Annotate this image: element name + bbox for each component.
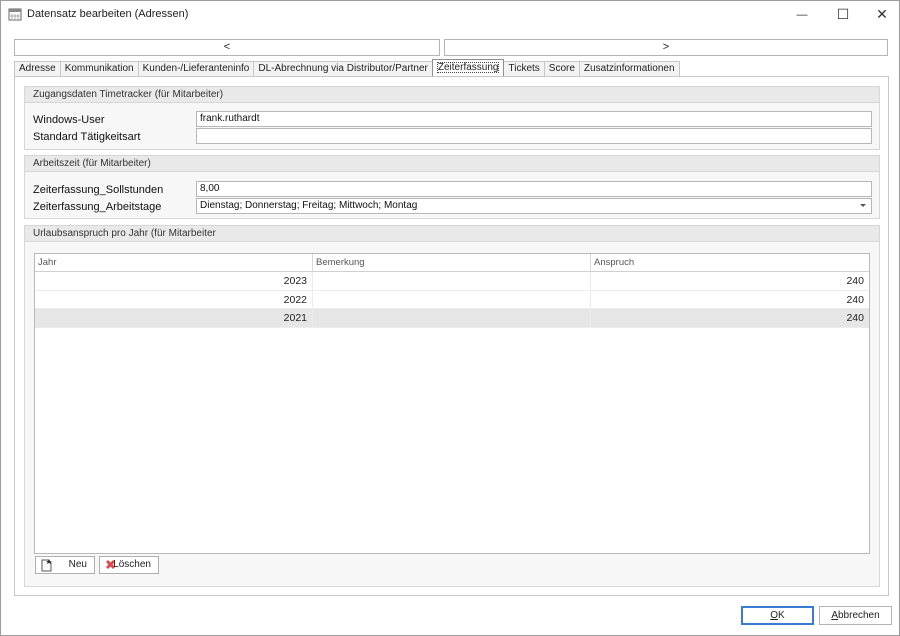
dialog-window: Datensatz bearbeiten (Adressen) — ☐ ✕ < …	[0, 0, 900, 636]
maximize-icon: ☐	[836, 6, 850, 22]
delete-label: Löschen	[113, 559, 151, 570]
column-header-jahr[interactable]: Jahr	[35, 254, 313, 271]
tab-label: Kommunikation	[64, 63, 134, 74]
group-timetracker: Zugangsdaten Timetracker (für Mitarbeite…	[24, 86, 880, 150]
cell-jahr: 2022	[35, 290, 313, 308]
tab-label: Adresse	[19, 63, 56, 74]
tab-tickets[interactable]: Tickets	[503, 61, 545, 76]
delete-button[interactable]: Löschen	[99, 556, 159, 574]
table-row[interactable]: 2023 240	[35, 272, 869, 291]
windows-user-input[interactable]: frank.ruthardt	[196, 111, 872, 127]
chevron-down-icon[interactable]	[860, 204, 866, 207]
tab-kunden-lieferanteninfo[interactable]: Kunden-/Lieferanteninfo	[137, 61, 255, 76]
column-header-anspruch[interactable]: Anspruch	[591, 254, 869, 271]
cell-jahr: 2023	[35, 272, 313, 290]
close-button[interactable]: ✕	[862, 1, 900, 28]
calendar-edit-icon	[8, 8, 22, 21]
group-header: Zugangsdaten Timetracker (für Mitarbeite…	[25, 87, 879, 103]
taetigkeitsart-input[interactable]	[196, 128, 872, 144]
column-header-bemerkung[interactable]: Bemerkung	[313, 254, 591, 271]
urlaub-grid[interactable]: Jahr Bemerkung Anspruch 2023 240 2022 24…	[34, 253, 870, 554]
arbeitstage-value: Dienstag; Donnerstag; Freitag; Mittwoch;…	[200, 200, 418, 211]
title-bar: Datensatz bearbeiten (Adressen) — ☐ ✕	[1, 1, 899, 28]
tab-zeiterfassung[interactable]: Zeiterfassung	[431, 59, 505, 76]
cell-anspruch: 240	[846, 275, 864, 287]
tab-adresse[interactable]: Adresse	[14, 61, 61, 76]
tab-label: Tickets	[508, 63, 540, 74]
tab-label: Kunden-/Lieferanteninfo	[142, 63, 250, 74]
new-button[interactable]: Neu	[35, 556, 95, 574]
previous-label: <	[223, 41, 231, 53]
tab-label: Score	[548, 63, 575, 74]
tab-label: Zeiterfassung	[436, 62, 500, 73]
table-row[interactable]: 2022 240	[35, 290, 869, 309]
ok-mnemonic: O	[770, 610, 779, 621]
tab-dl-abrechnung[interactable]: DL-Abrechnung via Distributor/Partner	[253, 61, 433, 76]
cell-jahr: 2021	[35, 309, 313, 327]
cancel-mnemonic: A	[831, 610, 838, 621]
cell-anspruch: 240	[846, 312, 864, 324]
new-document-icon	[41, 559, 52, 572]
group-header: Arbeitszeit (für Mitarbeiter)	[25, 156, 879, 172]
arbeitstage-select[interactable]: Dienstag; Donnerstag; Freitag; Mittwoch;…	[196, 198, 872, 214]
cell-bemerkung	[313, 290, 591, 308]
ok-label-rest: K	[778, 610, 785, 621]
cell-bemerkung	[313, 309, 591, 327]
group-header: Urlaubsanspruch pro Jahr (für Mitarbeite…	[25, 226, 879, 242]
cell-bemerkung	[313, 272, 591, 290]
ok-button[interactable]: OK	[741, 606, 814, 625]
tab-label: DL-Abrechnung via Distributor/Partner	[258, 63, 428, 74]
maximize-button[interactable]: ☐	[823, 1, 863, 28]
window-title: Datensatz bearbeiten (Adressen)	[27, 8, 189, 20]
taetigkeitsart-label: Standard Tätigkeitsart	[33, 131, 141, 143]
group-urlaubsanspruch: Urlaubsanspruch pro Jahr (für Mitarbeite…	[24, 225, 880, 587]
cancel-button[interactable]: Abbrechen	[819, 606, 892, 625]
sollstunden-input[interactable]: 8,00	[196, 181, 872, 197]
tab-panel-zeiterfassung: Zugangsdaten Timetracker (für Mitarbeite…	[14, 76, 889, 596]
next-record-button[interactable]: >	[444, 39, 888, 56]
cancel-label-rest: bbrechen	[837, 610, 880, 621]
new-label: Neu	[68, 559, 87, 570]
tab-label: Zusatzinformationen	[583, 63, 675, 74]
close-icon: ✕	[876, 6, 888, 22]
minimize-icon: —	[796, 8, 808, 21]
minimize-button[interactable]: —	[782, 1, 822, 28]
grid-header: Jahr Bemerkung Anspruch	[35, 254, 869, 272]
windows-user-label: Windows-User	[33, 114, 105, 126]
group-arbeitszeit: Arbeitszeit (für Mitarbeiter) Zeiterfass…	[24, 155, 880, 219]
tab-zusatzinformationen[interactable]: Zusatzinformationen	[578, 61, 680, 76]
tab-strip: Adresse Kommunikation Kunden-/Lieferante…	[14, 59, 680, 76]
arbeitstage-label: Zeiterfassung_Arbeitstage	[33, 201, 162, 213]
table-row-selected[interactable]: 2021 240	[35, 309, 869, 328]
tab-score[interactable]: Score	[543, 61, 580, 76]
next-label: >	[662, 41, 670, 53]
tab-kommunikation[interactable]: Kommunikation	[59, 61, 139, 76]
previous-record-button[interactable]: <	[14, 39, 440, 56]
sollstunden-label: Zeiterfassung_Sollstunden	[33, 184, 164, 196]
cell-anspruch: 240	[846, 293, 864, 306]
